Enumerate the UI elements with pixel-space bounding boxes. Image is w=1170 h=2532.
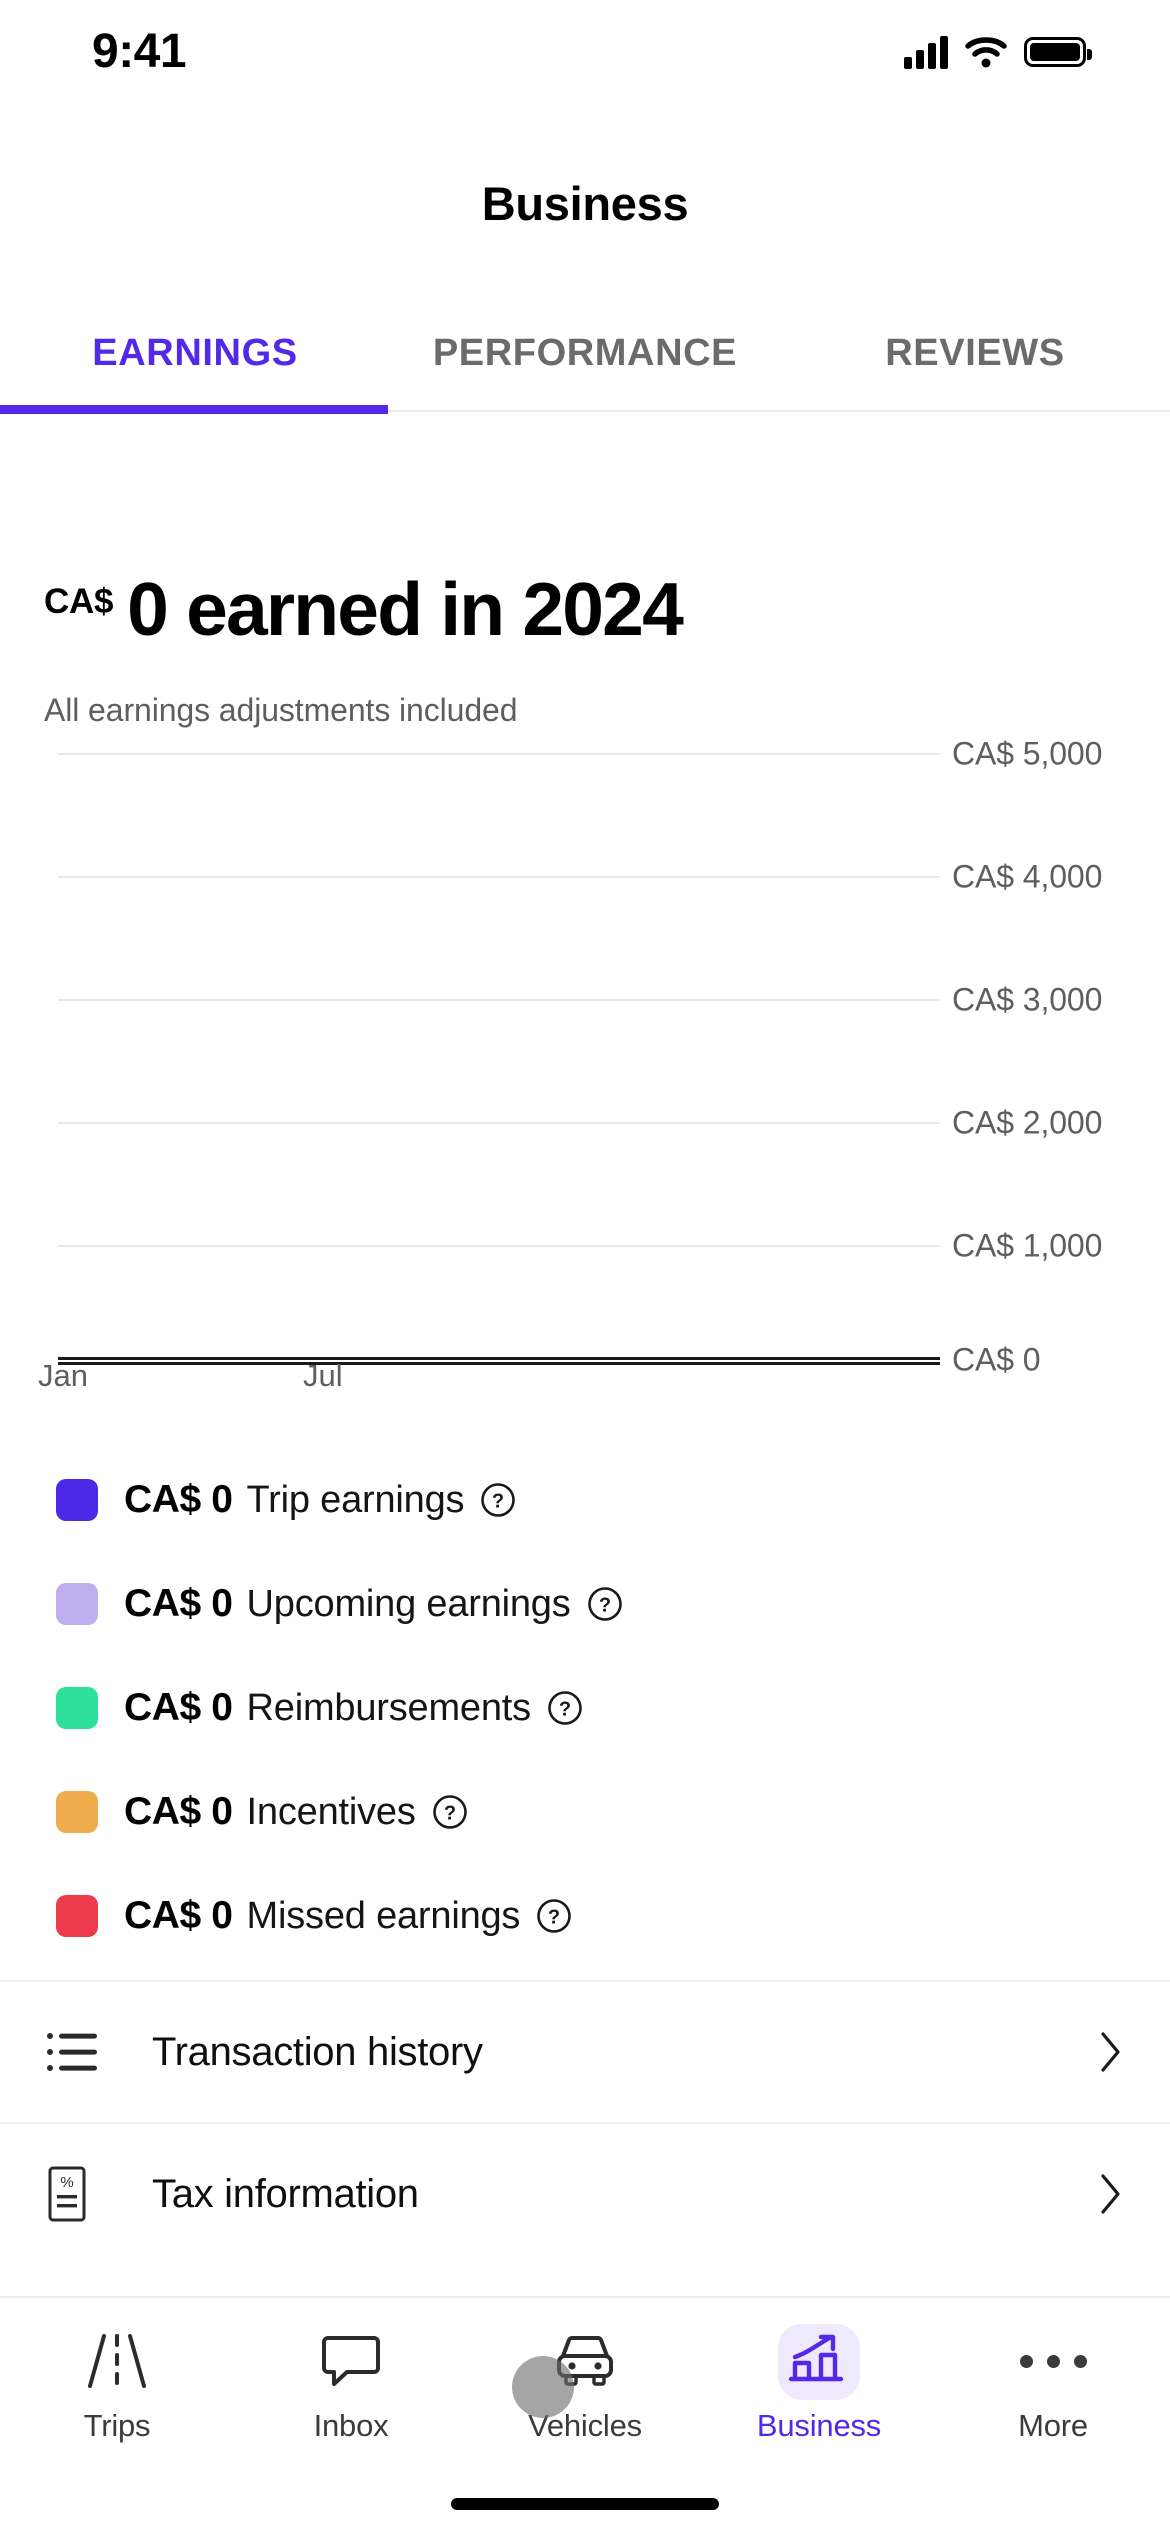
ellipsis-icon: [1015, 2326, 1091, 2396]
xtick-label-jul: Jul: [303, 1358, 343, 1393]
legend-swatch-reimbursements: [56, 1687, 98, 1729]
nav-item-vehicles[interactable]: Vehicles: [468, 2298, 702, 2532]
ytick-label-3000: CA$ 3,000: [952, 981, 1103, 1018]
help-circle-icon[interactable]: ?: [432, 1794, 468, 1830]
battery-icon: [1024, 37, 1092, 67]
page-title: Business: [481, 177, 689, 230]
wifi-icon: [964, 35, 1008, 69]
bottom-navigation-bar: Trips Inbox Vehicles Business More: [0, 2296, 1170, 2532]
earnings-currency: CA$: [44, 582, 114, 621]
app-screen: 9:41 Business EARNINGS PERFORMANCE REVIE…: [0, 0, 1170, 2532]
status-bar-indicators: [904, 35, 1092, 69]
nav-label-trips: Trips: [83, 2408, 151, 2443]
tab-performance[interactable]: PERFORMANCE: [390, 316, 780, 412]
cellular-signal-icon: [904, 35, 948, 69]
help-circle-icon[interactable]: ?: [480, 1482, 516, 1518]
road-icon: [79, 2326, 155, 2396]
legend-row-upcoming-earnings[interactable]: CA$ 0 Upcoming earnings ?: [0, 1552, 1170, 1656]
gridline-5000: [58, 753, 940, 755]
nav-label-business: Business: [756, 2408, 882, 2443]
legend-label-upcoming-earnings: Upcoming earnings: [246, 1582, 571, 1625]
legend-swatch-upcoming-earnings: [56, 1583, 98, 1625]
legend-row-missed-earnings[interactable]: CA$ 0 Missed earnings ?: [0, 1864, 1170, 1968]
help-circle-icon[interactable]: ?: [587, 1586, 623, 1622]
svg-text:%: %: [60, 2174, 73, 2191]
svg-text:?: ?: [492, 1491, 504, 1513]
ytick-label-5000: CA$ 5,000: [952, 735, 1103, 772]
earnings-legend: CA$ 0 Trip earnings ? CA$ 0 Upcoming ear…: [0, 1448, 1170, 1968]
tax-document-icon: %: [46, 2165, 108, 2223]
legend-row-trip-earnings[interactable]: CA$ 0 Trip earnings ?: [0, 1448, 1170, 1552]
legend-amount-reimbursements: CA$ 0: [124, 1686, 233, 1729]
list-item-label-tax-information: Tax information: [152, 2171, 419, 2216]
status-bar: 9:41: [0, 0, 1170, 96]
settings-list: Transaction history % Tax information: [0, 1980, 1170, 2264]
legend-swatch-incentives: [56, 1791, 98, 1833]
list-item-tax-information[interactable]: % Tax information: [0, 2124, 1170, 2264]
nav-item-more[interactable]: More: [936, 2298, 1170, 2532]
legend-amount-missed-earnings: CA$ 0: [124, 1894, 233, 1937]
list-item-transaction-history[interactable]: Transaction history: [0, 1982, 1170, 2122]
legend-label-trip-earnings: Trip earnings: [246, 1478, 465, 1521]
legend-amount-trip-earnings: CA$ 0: [124, 1478, 233, 1521]
nav-item-business[interactable]: Business: [702, 2298, 936, 2532]
gridline-3000: [58, 999, 940, 1001]
gridline-2000: [58, 1122, 940, 1124]
svg-text:?: ?: [444, 1803, 456, 1825]
help-circle-icon[interactable]: ?: [536, 1898, 572, 1934]
speech-bubble-icon: [313, 2326, 389, 2396]
list-item-label-transaction-history: Transaction history: [152, 2029, 483, 2074]
earnings-headline: CA$ 0 earned in 2024: [44, 567, 684, 651]
legend-swatch-trip-earnings: [56, 1479, 98, 1521]
legend-row-reimbursements[interactable]: CA$ 0 Reimbursements ?: [0, 1656, 1170, 1760]
ytick-label-2000: CA$ 2,000: [952, 1104, 1103, 1141]
svg-text:?: ?: [559, 1699, 571, 1721]
earnings-chart[interactable]: CA$ 5,000 CA$ 4,000 CA$ 3,000 CA$ 2,000 …: [0, 736, 1170, 1394]
touch-cursor-indicator: [512, 2356, 574, 2418]
ytick-label-4000: CA$ 4,000: [952, 858, 1103, 895]
legend-amount-incentives: CA$ 0: [124, 1790, 233, 1833]
ytick-label-1000: CA$ 1,000: [952, 1227, 1103, 1264]
tab-active-indicator: [0, 405, 388, 414]
gridline-1000: [58, 1245, 940, 1247]
axis-baseline-zero: [58, 1357, 940, 1360]
tab-performance-label: PERFORMANCE: [432, 331, 738, 374]
earnings-subtitle: All earnings adjustments included: [44, 692, 518, 728]
chevron-right-icon: [1096, 2172, 1126, 2216]
help-circle-icon[interactable]: ?: [547, 1690, 583, 1726]
status-bar-time: 9:41: [92, 25, 187, 78]
legend-label-reimbursements: Reimbursements: [246, 1686, 532, 1729]
xtick-label-jan: Jan: [38, 1358, 88, 1393]
gridline-4000: [58, 876, 940, 878]
list-bullet-icon: [46, 2029, 108, 2075]
home-indicator: [451, 2498, 719, 2510]
nav-item-trips[interactable]: Trips: [0, 2298, 234, 2532]
nav-label-more: More: [1018, 2408, 1088, 2443]
legend-swatch-missed-earnings: [56, 1895, 98, 1937]
tab-bar: EARNINGS PERFORMANCE REVIEWS: [0, 316, 1170, 412]
svg-text:?: ?: [548, 1907, 560, 1929]
earnings-amount-text: 0 earned in 2024: [127, 567, 684, 651]
nav-item-inbox[interactable]: Inbox: [234, 2298, 468, 2532]
tab-earnings-label: EARNINGS: [92, 331, 298, 374]
tab-reviews-label: REVIEWS: [885, 331, 1065, 374]
chevron-right-icon: [1096, 2030, 1126, 2074]
bar-chart-arrow-icon: [778, 2324, 860, 2400]
legend-row-incentives[interactable]: CA$ 0 Incentives ?: [0, 1760, 1170, 1864]
tab-earnings[interactable]: EARNINGS: [0, 316, 390, 412]
legend-amount-upcoming-earnings: CA$ 0: [124, 1582, 233, 1625]
nav-label-inbox: Inbox: [313, 2408, 389, 2443]
legend-label-missed-earnings: Missed earnings: [246, 1894, 521, 1937]
legend-label-incentives: Incentives: [246, 1790, 416, 1833]
tab-reviews[interactable]: REVIEWS: [780, 316, 1170, 412]
svg-text:?: ?: [598, 1595, 610, 1617]
ytick-label-0: CA$ 0: [952, 1341, 1041, 1378]
